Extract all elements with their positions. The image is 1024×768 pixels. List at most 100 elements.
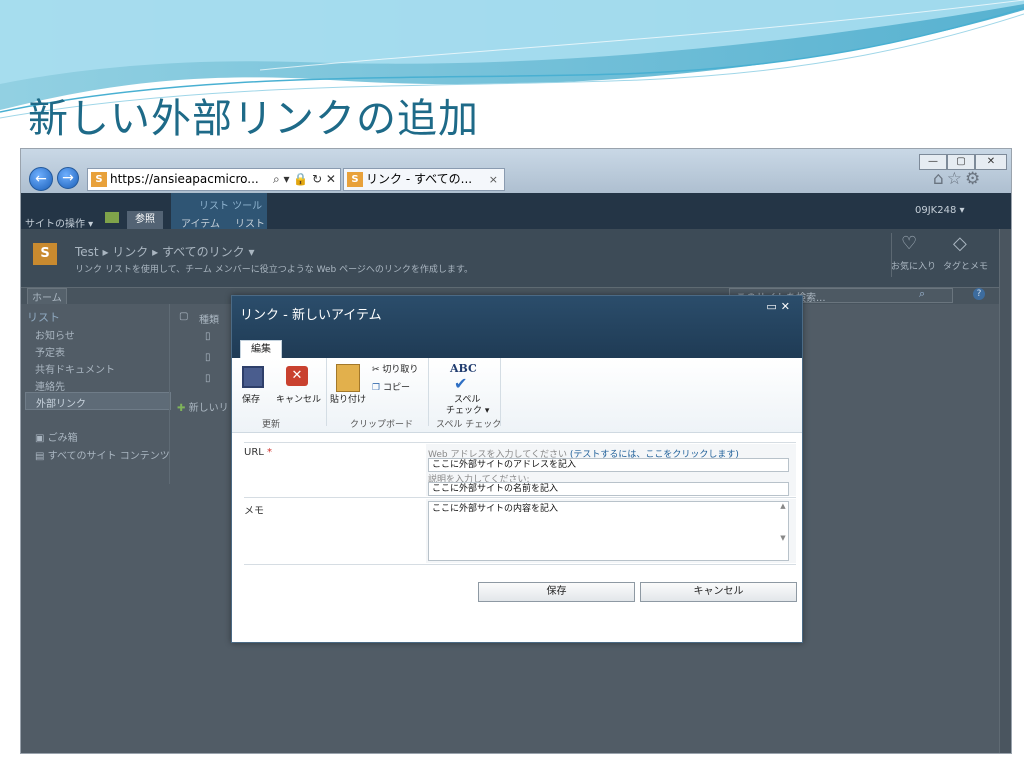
- user-menu[interactable]: 09JK248 ▾: [915, 205, 965, 216]
- recycle-bin-label: ごみ箱: [47, 433, 78, 444]
- all-site-content-link[interactable]: ▤ すべてのサイト コンテンツ: [35, 447, 170, 462]
- spelling-button-line2[interactable]: チェック ▾: [446, 403, 489, 416]
- sharepoint-tab-icon: S: [347, 172, 363, 187]
- tab-close-icon[interactable]: ×: [489, 169, 498, 190]
- ribbon-group-commit: 更新: [262, 420, 281, 430]
- breadcrumb: Test ▸ リンク ▸ すべてのリンク ▾: [75, 245, 255, 259]
- home-icon[interactable]: ⌂: [933, 169, 947, 189]
- tab-edit[interactable]: 編集: [240, 340, 282, 359]
- sharepoint-icon: S: [91, 172, 107, 187]
- address-icons[interactable]: ⌕ ▾ 🔒 ↻ ✕: [273, 169, 336, 190]
- tab-browse[interactable]: 参照: [127, 211, 163, 229]
- cancel-ribbon-button[interactable]: キャンセル: [276, 392, 321, 405]
- navigate-up-icon[interactable]: [105, 212, 119, 223]
- tab-list[interactable]: リスト: [235, 215, 265, 230]
- document-icon: ▯: [205, 373, 211, 384]
- cut-button[interactable]: ✂ 切り取り: [372, 362, 418, 375]
- save-ribbon-button[interactable]: 保存: [242, 392, 260, 405]
- site-actions-menu[interactable]: サイトの操作 ▾: [25, 215, 93, 230]
- copy-button[interactable]: ❐ コピー: [372, 380, 410, 393]
- page-scrollbar[interactable]: [999, 229, 1011, 753]
- dialog-title: リンク - 新しいアイテム: [240, 308, 382, 323]
- site-logo-icon: S: [33, 243, 57, 265]
- page-description: リンク リストを使用して、チーム メンバーに役立つような Web ページへのリン…: [75, 265, 473, 275]
- divider: [500, 358, 501, 426]
- new-item-dialog: リンク - 新しいアイテム ▭✕ 編集 保存 ✕ キャンセル 更新 貼り付け ✂…: [231, 295, 803, 643]
- address-bar[interactable]: Shttps://ansieapacmicro... ⌕ ▾ 🔒 ↻ ✕: [87, 168, 341, 191]
- tab-title: リンク - すべての...: [366, 172, 473, 186]
- quick-launch-item[interactable]: 共有ドキュメント: [35, 361, 115, 376]
- window-controls: — ▢ ✕: [919, 149, 1007, 170]
- ie-toolbar-icons: ⌂☆⚙: [933, 169, 983, 189]
- scroll-down-icon[interactable]: ▼: [780, 534, 785, 542]
- paste-button[interactable]: 貼り付け: [330, 392, 366, 405]
- url-label-text: URL: [244, 447, 264, 458]
- cancel-icon[interactable]: ✕: [286, 366, 308, 386]
- breadcrumb-list[interactable]: リンク: [112, 245, 148, 259]
- sp-top-bar: [21, 193, 1011, 229]
- divider: [428, 358, 429, 426]
- tab-items[interactable]: アイテム: [181, 215, 220, 230]
- back-button[interactable]: ←: [29, 167, 53, 191]
- memo-scrollbar[interactable]: ▲ ▼: [778, 502, 788, 558]
- quick-launch-heading[interactable]: リスト: [27, 309, 60, 325]
- scroll-up-icon[interactable]: ▲: [780, 502, 785, 510]
- tags-icon[interactable]: ◇: [953, 233, 967, 254]
- description-input[interactable]: ここに外部サイトの名前を記入: [428, 482, 789, 496]
- divider: [244, 564, 796, 565]
- favorites-star-icon[interactable]: ☆: [947, 169, 965, 189]
- tags-label[interactable]: タグとメモ: [943, 259, 988, 272]
- required-mark: *: [267, 447, 273, 458]
- document-icon: ▯: [205, 331, 211, 342]
- dialog-controls: ▭✕: [766, 300, 794, 313]
- quick-launch-item[interactable]: 連絡先: [35, 378, 65, 393]
- add-new-label: 新しいリ: [188, 403, 229, 414]
- divider: [169, 304, 170, 484]
- tab-home[interactable]: ホーム: [27, 288, 67, 305]
- breadcrumb-site[interactable]: Test: [75, 245, 99, 259]
- copy-icon: ❐: [372, 383, 381, 393]
- memo-field-label: メモ: [244, 506, 264, 517]
- all-content-label: すべてのサイト コンテンツ: [47, 451, 170, 462]
- browser-screenshot: ← → Shttps://ansieapacmicro... ⌕ ▾ 🔒 ↻ ✕…: [20, 148, 1012, 754]
- like-icon[interactable]: ♡: [901, 233, 917, 254]
- divider: [326, 358, 327, 426]
- url-input[interactable]: ここに外部サイトのアドレスを記入: [428, 458, 789, 472]
- save-button[interactable]: 保存: [478, 582, 635, 602]
- quick-launch-item-label: 外部リンク: [36, 399, 86, 410]
- quick-launch-item-selected[interactable]: 外部リンク: [25, 392, 171, 410]
- select-all-checkbox[interactable]: ▢: [179, 311, 188, 322]
- maximize-icon[interactable]: ▢: [947, 154, 975, 170]
- ribbon-group-clipboard: クリップボード: [350, 420, 414, 430]
- add-new-link[interactable]: ✚ 新しいリ: [177, 399, 229, 414]
- minimize-icon[interactable]: —: [919, 154, 947, 170]
- ribbon-group-spelling: スペル チェック: [436, 420, 502, 430]
- column-type-header[interactable]: 種類: [199, 311, 219, 326]
- memo-textarea[interactable]: ここに外部サイトの内容を記入: [428, 501, 789, 561]
- search-icon[interactable]: ⌕: [919, 287, 925, 301]
- slide-title: 新しい外部リンクの追加: [28, 96, 479, 142]
- save-icon[interactable]: [242, 366, 264, 388]
- maximize-dialog-icon[interactable]: ▭: [766, 300, 780, 313]
- forward-button[interactable]: →: [57, 167, 79, 189]
- copy-label: コピー: [382, 383, 410, 393]
- browser-tab[interactable]: S リンク - すべての... ×: [343, 168, 505, 191]
- address-text: https://ansieapacmicro...: [110, 172, 259, 186]
- close-window-icon[interactable]: ✕: [975, 154, 1007, 170]
- breadcrumb-view[interactable]: すべてのリンク: [162, 245, 245, 259]
- cut-label: 切り取り: [382, 365, 419, 375]
- scissors-icon: ✂: [372, 365, 380, 375]
- help-icon[interactable]: ?: [973, 288, 985, 300]
- close-dialog-icon[interactable]: ✕: [781, 300, 794, 313]
- gear-icon[interactable]: ⚙: [965, 169, 983, 189]
- cancel-button[interactable]: キャンセル: [640, 582, 797, 602]
- recycle-bin-link[interactable]: ▣ ごみ箱: [35, 429, 78, 444]
- divider: [244, 497, 796, 498]
- quick-launch-item[interactable]: お知らせ: [35, 327, 75, 342]
- like-label[interactable]: お気に入り: [891, 259, 936, 272]
- quick-launch-item[interactable]: 予定表: [35, 344, 65, 359]
- dialog-ribbon: 保存 ✕ キャンセル 更新 貼り付け ✂ 切り取り ❐ コピー クリップボード …: [232, 358, 802, 433]
- checkmark-icon: ✔: [454, 374, 468, 393]
- divider: [244, 442, 796, 443]
- paste-icon[interactable]: [336, 364, 360, 392]
